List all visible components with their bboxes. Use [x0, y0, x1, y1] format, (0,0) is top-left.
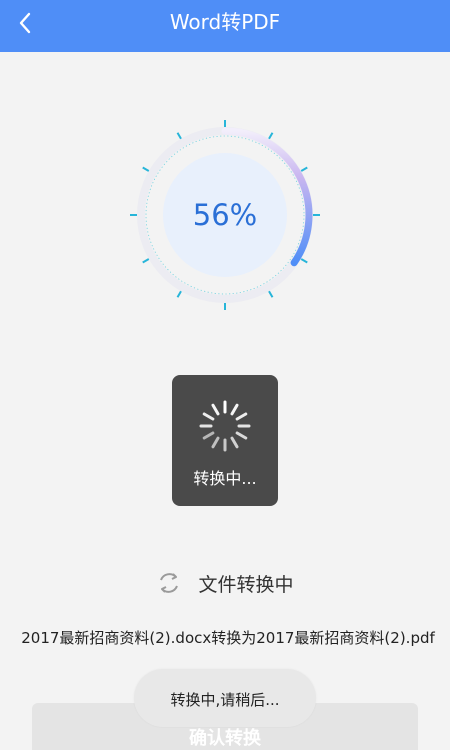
gauge-tick: [300, 258, 308, 264]
gauge-tick: [268, 290, 274, 298]
file-description: 2017最新招商资料(2).docx转换为2017最新招商资料(2).pdf: [21, 629, 435, 647]
gauge-tick: [142, 258, 150, 264]
status-label: 文件转换中: [198, 573, 294, 596]
toast-label: 转换中,请稍后...: [170, 691, 280, 709]
conversion-screen: Word转PDF 56% 转换中... 文件转换中 2017最新招商资料(2).…: [0, 0, 450, 750]
gauge-tick: [142, 166, 150, 172]
app-header: Word转PDF: [0, 0, 450, 52]
toast-message: 转换中,请稍后...: [134, 669, 316, 727]
refresh-icon: [160, 573, 179, 593]
spinner-icon: [199, 400, 251, 452]
gauge-tick: [300, 166, 308, 172]
gauge-tick: [268, 132, 274, 140]
conversion-status: 文件转换中: [0, 565, 450, 601]
confirm-button-label: 确认转换: [189, 728, 261, 748]
page-title: Word转PDF: [169, 10, 281, 34]
gauge-tick: [176, 132, 182, 140]
progress-percent: 56%: [192, 198, 258, 232]
loading-label: 转换中...: [193, 469, 257, 488]
gauge-tick: [176, 290, 182, 298]
loading-dialog: 转换中...: [172, 375, 278, 506]
